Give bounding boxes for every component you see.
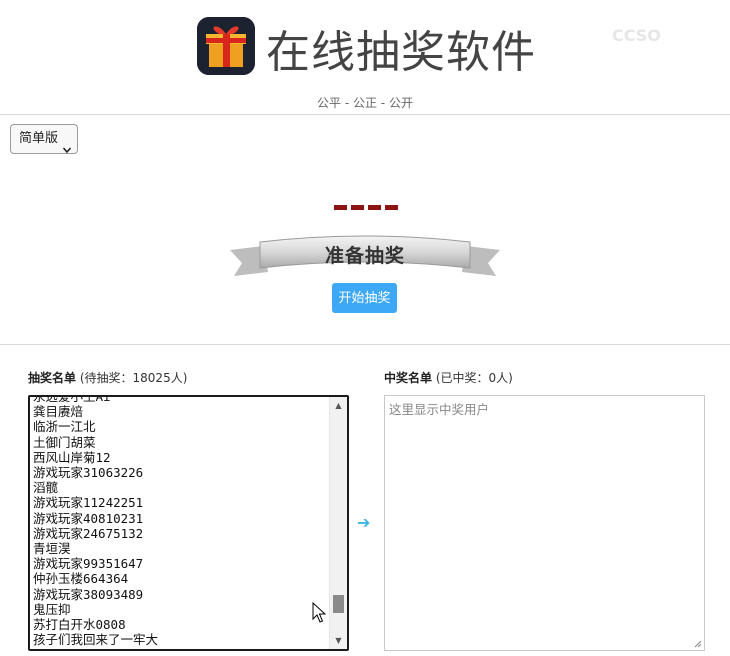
mouse-cursor-icon <box>312 601 327 628</box>
pool-name-item: 孩子们我回来了一牢大 <box>33 632 159 648</box>
pool-name-item: 龚目赓焙 <box>33 404 84 420</box>
pool-name-item: 游戏玩家31063226 <box>33 465 144 481</box>
pool-name-item: 游戏玩家38093489 <box>33 586 144 602</box>
scroll-down-arrow-icon[interactable]: ▼ <box>330 632 347 649</box>
pool-name-list: 永远爱小王Ai 龚目赓焙 临浙一江北 土御门胡菜 西风山岸菊12 游戏玩家31063226… <box>33 395 159 648</box>
dash-mark <box>351 205 364 210</box>
section-divider <box>0 344 730 345</box>
pool-count: (待抽奖：18025人) <box>79 371 188 385</box>
result-placeholder-dashes <box>334 195 402 214</box>
arrow-right-icon: ➔ <box>357 513 371 532</box>
pool-name-item: 青垣淏 <box>33 541 71 557</box>
start-draw-button[interactable]: 开始抽奖 <box>332 283 397 313</box>
resize-grip-icon[interactable] <box>694 640 702 648</box>
pool-name-item: 西风山岸菊12 <box>33 449 111 465</box>
pool-name-item: 游戏玩家99351647 <box>33 556 144 572</box>
pool-name-item: 苏打白开水0808 <box>33 617 126 633</box>
pool-name-item: 土御门胡菜 <box>33 434 96 450</box>
version-select-value: 简单版 <box>19 131 59 146</box>
watermark-logo: CCSO <box>612 26 661 45</box>
winners-label: 中奖名单 (已中奖：0人) <box>384 369 513 386</box>
winners-placeholder: 这里显示中奖用户 <box>389 402 490 417</box>
pool-name-item: 永远爱小王Ai <box>33 395 111 404</box>
winners-title: 中奖名单 <box>384 371 433 385</box>
page-subtitle: 公平 - 公正 - 公开 <box>317 96 413 110</box>
chevron-down-icon <box>62 136 72 164</box>
version-select[interactable]: 简单版 <box>10 124 78 154</box>
dash-mark <box>334 205 347 210</box>
ribbon-banner: 准备抽奖 <box>228 232 502 280</box>
ribbon-text: 准备抽奖 <box>324 245 405 267</box>
pool-scrollbar[interactable]: ▲ ▼ <box>329 397 347 649</box>
pool-name-item: 游戏玩家24675132 <box>33 525 144 541</box>
scroll-up-arrow-icon[interactable]: ▲ <box>330 397 347 414</box>
pool-label: 抽奖名单 (待抽奖：18025人) <box>28 369 187 386</box>
page-title: 在线抽奖软件 <box>266 27 536 78</box>
pool-name-item: 游戏玩家40810231 <box>33 510 144 526</box>
pool-name-item: 临浙一江北 <box>33 419 96 435</box>
scroll-thumb[interactable] <box>333 595 344 613</box>
winners-count: (已中奖：0人) <box>435 371 513 385</box>
gift-box-icon <box>197 17 255 75</box>
pool-name-item: 游戏玩家11242251 <box>33 495 144 511</box>
pool-name-item: 鬼压抑 <box>33 601 71 617</box>
pool-title: 抽奖名单 <box>28 371 77 385</box>
pool-name-item: 滔髋 <box>33 480 59 496</box>
winners-textarea[interactable]: 这里显示中奖用户 <box>384 395 705 651</box>
dash-mark <box>368 205 381 210</box>
pool-name-item: 仲孙玉楼664364 <box>33 571 129 587</box>
pool-textarea[interactable]: 永远爱小王Ai 龚目赓焙 临浙一江北 土御门胡菜 西风山岸菊12 游戏玩家31063226… <box>28 395 349 651</box>
header: 在线抽奖软件 CCSO 公平 - 公正 - 公开 <box>0 0 730 115</box>
dash-mark <box>385 205 398 210</box>
